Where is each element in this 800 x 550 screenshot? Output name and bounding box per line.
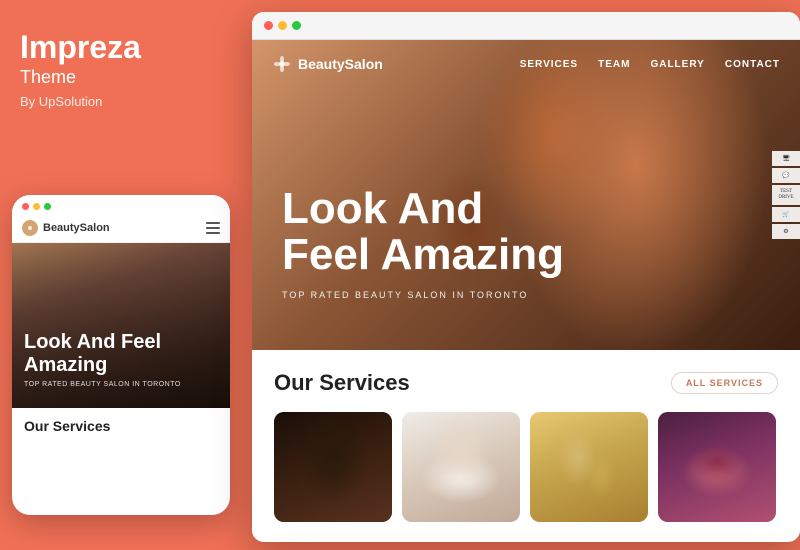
browser-navbar: BeautySalon SERVICES TEAM GALLERY CONTAC… xyxy=(252,40,800,88)
browser-dot-red[interactable] xyxy=(264,21,273,30)
hamburger-line-3 xyxy=(206,232,220,234)
beauty-salon-logo-icon xyxy=(272,54,292,74)
widget-settings[interactable]: ⚙ xyxy=(772,224,800,239)
hamburger-menu[interactable] xyxy=(206,222,220,234)
mobile-dot-red xyxy=(22,203,29,210)
browser-hero-subtitle: TOP RATED BEAUTY SALON IN TORONTO xyxy=(282,290,720,300)
hero-title-line1: Look And xyxy=(282,184,483,233)
mobile-dot-yellow xyxy=(33,203,40,210)
brand-name: Impreza Theme By UpSolution xyxy=(20,30,228,109)
browser-sidebar-widget: 🖥 💬 TESTDRIVE 🛒 ⚙ xyxy=(772,151,800,239)
mobile-dot-green xyxy=(44,203,51,210)
mobile-navbar: BeautySalon xyxy=(12,216,230,243)
services-section: Our Services ALL SERVICES xyxy=(252,350,800,538)
nav-link-contact[interactable]: CONTACT xyxy=(725,59,780,70)
browser-hero-title: Look And Feel Amazing xyxy=(282,186,720,278)
mobile-hero-content: Look And Feel Amazing TOP RATED BEAUTY S… xyxy=(24,331,218,388)
mobile-logo-text: BeautySalon xyxy=(43,222,110,234)
mobile-mockup: BeautySalon Look And Feel Amazing TOP RA… xyxy=(12,195,230,515)
service-card-3-image xyxy=(530,412,648,522)
service-card-2[interactable] xyxy=(402,412,520,522)
widget-cart[interactable]: 🛒 xyxy=(772,207,800,222)
browser-window: BeautySalon SERVICES TEAM GALLERY CONTAC… xyxy=(252,12,800,542)
widget-chat[interactable]: 💬 xyxy=(772,168,800,183)
browser-dot-green[interactable] xyxy=(292,21,301,30)
flower-icon xyxy=(25,223,35,233)
mobile-hero-title: Look And Feel Amazing xyxy=(24,331,218,377)
browser-nav-links: SERVICES TEAM GALLERY CONTACT xyxy=(520,59,780,70)
hamburger-line-2 xyxy=(206,227,220,229)
service-card-4-image xyxy=(658,412,776,522)
mobile-logo-icon xyxy=(22,220,38,236)
services-header: Our Services ALL SERVICES xyxy=(274,370,778,396)
mobile-hero-subtitle: TOP RATED BEAUTY SALON IN TORONTO xyxy=(24,381,218,388)
service-card-3[interactable] xyxy=(530,412,648,522)
service-card-1[interactable] xyxy=(274,412,392,522)
service-card-2-image xyxy=(402,412,520,522)
all-services-button[interactable]: ALL SERVICES xyxy=(671,372,778,394)
widget-monitor[interactable]: 🖥 xyxy=(772,151,800,166)
browser-hero-content: Look And Feel Amazing TOP RATED BEAUTY S… xyxy=(282,186,720,300)
services-title: Our Services xyxy=(274,370,410,396)
service-card-4[interactable] xyxy=(658,412,776,522)
nav-link-services[interactable]: SERVICES xyxy=(520,59,578,70)
mobile-logo: BeautySalon xyxy=(22,220,110,236)
browser-logo: BeautySalon xyxy=(272,54,383,74)
nav-link-gallery[interactable]: GALLERY xyxy=(650,59,704,70)
nav-link-team[interactable]: TEAM xyxy=(598,59,630,70)
widget-test-drive[interactable]: TESTDRIVE xyxy=(772,185,800,205)
hero-title-line2: Feel Amazing xyxy=(282,230,564,279)
mobile-services-title: Our Services xyxy=(24,418,218,434)
service-card-1-image xyxy=(274,412,392,522)
browser-hero-section: BeautySalon SERVICES TEAM GALLERY CONTAC… xyxy=(252,40,800,350)
browser-controls xyxy=(252,12,800,40)
services-grid xyxy=(274,412,778,522)
hamburger-line-1 xyxy=(206,222,220,224)
browser-dot-yellow[interactable] xyxy=(278,21,287,30)
mobile-hero-section: Look And Feel Amazing TOP RATED BEAUTY S… xyxy=(12,243,230,408)
by-upsolution: By UpSolution xyxy=(20,94,228,109)
theme-label: Theme xyxy=(20,67,228,88)
left-panel: Impreza Theme By UpSolution BeautySalon xyxy=(0,0,248,550)
mobile-window-controls xyxy=(12,195,230,216)
mobile-services-section: Our Services xyxy=(12,408,230,442)
browser-logo-text: BeautySalon xyxy=(298,56,383,72)
theme-name: Impreza xyxy=(20,30,228,65)
